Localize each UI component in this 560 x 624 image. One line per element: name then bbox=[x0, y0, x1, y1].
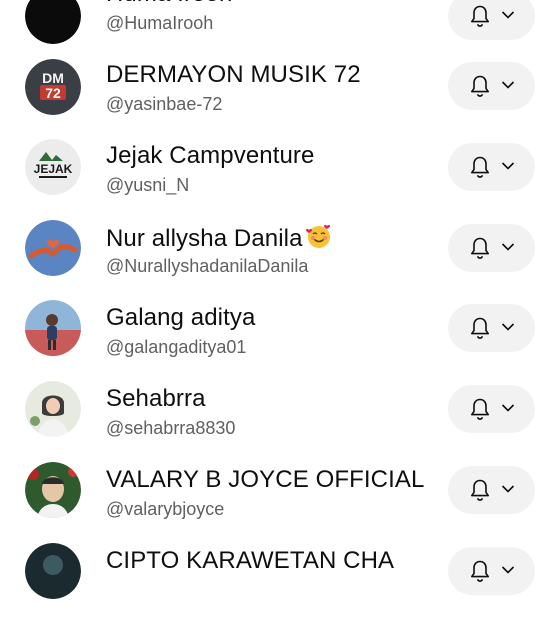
notification-button[interactable] bbox=[448, 224, 535, 272]
channel-row[interactable]: JEJAK Jejak Campventure @yusni_N bbox=[0, 138, 560, 219]
chevron-down-icon bbox=[501, 323, 515, 331]
channel-row[interactable]: Huma Irooh @HumaIrooh bbox=[0, 0, 560, 57]
notification-button[interactable] bbox=[448, 385, 535, 433]
bell-icon bbox=[471, 560, 489, 582]
notification-button[interactable] bbox=[448, 0, 535, 40]
bell-icon bbox=[471, 75, 489, 97]
channel-row[interactable]: CIPTO KARAWETAN CHA bbox=[0, 543, 560, 624]
avatar-logo-text: DM bbox=[42, 70, 64, 86]
bell-icon bbox=[471, 398, 489, 420]
bell-icon bbox=[471, 156, 489, 178]
channel-handle: @valarybjoyce bbox=[106, 499, 225, 519]
channel-avatar[interactable] bbox=[25, 220, 81, 276]
chevron-down-icon bbox=[501, 566, 515, 574]
chevron-down-icon bbox=[501, 81, 515, 89]
notification-button[interactable] bbox=[448, 466, 535, 514]
channel-handle: @NurallyshadanilaDanila bbox=[106, 256, 309, 276]
bell-icon bbox=[471, 479, 489, 501]
smiling-face-with-hearts-emoji bbox=[305, 223, 333, 256]
channel-avatar[interactable] bbox=[25, 543, 81, 599]
chevron-down-icon bbox=[501, 11, 515, 19]
channel-row[interactable]: Nur allysha Danila @NurallyshadanilaDani… bbox=[0, 219, 560, 300]
channel-name[interactable]: Galang aditya bbox=[106, 304, 255, 332]
avatar-logo-text: JEJAK bbox=[34, 162, 73, 176]
channel-avatar[interactable] bbox=[25, 300, 81, 356]
notification-button[interactable] bbox=[448, 143, 535, 191]
channel-avatar[interactable] bbox=[25, 0, 81, 44]
chevron-down-icon bbox=[501, 404, 515, 412]
channel-name[interactable]: Jejak Campventure bbox=[106, 142, 314, 170]
notification-button[interactable] bbox=[448, 547, 535, 595]
channel-name[interactable]: VALARY B JOYCE OFFICIAL bbox=[106, 466, 424, 494]
svg-text:72: 72 bbox=[45, 85, 61, 101]
channel-avatar[interactable] bbox=[25, 381, 81, 437]
channel-name[interactable]: Nur allysha Danila bbox=[106, 223, 333, 256]
bell-icon bbox=[471, 237, 489, 259]
channel-row[interactable]: Galang aditya @galangaditya01 bbox=[0, 300, 560, 381]
channel-row[interactable]: DM 72 DERMAYON MUSIK 72 @yasinbae-72 bbox=[0, 57, 560, 138]
channel-name[interactable]: CIPTO KARAWETAN CHA bbox=[106, 547, 394, 575]
channel-name[interactable]: DERMAYON MUSIK 72 bbox=[106, 61, 361, 89]
channel-name[interactable]: Sehabrra bbox=[106, 385, 206, 413]
channel-row[interactable]: Sehabrra @sehabrra8830 bbox=[0, 381, 560, 462]
notification-button[interactable] bbox=[448, 62, 535, 110]
channel-avatar[interactable] bbox=[25, 462, 81, 518]
chevron-down-icon bbox=[501, 162, 515, 170]
channel-avatar[interactable]: DM 72 bbox=[25, 59, 81, 115]
channel-handle: @galangaditya01 bbox=[106, 337, 247, 357]
notification-button[interactable] bbox=[448, 304, 535, 352]
channel-handle: @HumaIrooh bbox=[106, 13, 214, 33]
subscriptions-list: Huma Irooh @HumaIrooh DM 72 DERMAYON MUS… bbox=[0, 0, 560, 599]
channel-handle: @sehabrra8830 bbox=[106, 418, 236, 438]
channel-handle: @yusni_N bbox=[106, 175, 190, 195]
chevron-down-icon bbox=[501, 243, 515, 251]
channel-row[interactable]: VALARY B JOYCE OFFICIAL @valarybjoyce bbox=[0, 462, 560, 543]
channel-avatar[interactable]: JEJAK bbox=[25, 139, 81, 195]
bell-icon bbox=[471, 317, 489, 339]
bell-icon bbox=[471, 5, 489, 27]
channel-handle: @yasinbae-72 bbox=[106, 94, 223, 114]
chevron-down-icon bbox=[501, 485, 515, 493]
channel-name[interactable]: Huma Irooh bbox=[106, 0, 232, 8]
